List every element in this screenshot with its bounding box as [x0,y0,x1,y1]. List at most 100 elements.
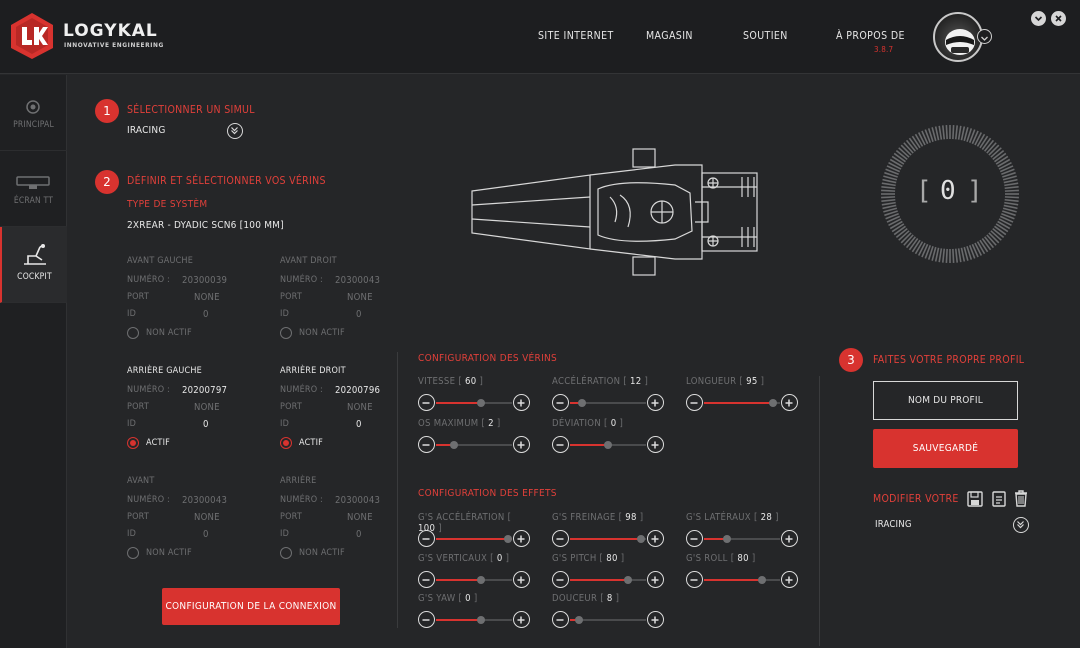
status-radio[interactable] [280,437,292,449]
slider-control[interactable] [418,571,531,589]
connection-config-button[interactable]: CONFIGURATION DE LA CONNEXION [162,588,340,625]
slider-knob[interactable] [477,616,485,624]
document-icon[interactable] [990,490,1008,508]
minus-icon[interactable] [552,394,569,411]
sidebar-item-cockpit[interactable]: COCKPIT [0,227,67,303]
minus-icon[interactable] [418,394,435,411]
minus-icon[interactable] [418,611,435,628]
bracket: [ [504,512,512,523]
user-avatar[interactable] [933,12,983,62]
status-label: NON ACTIF [299,548,345,558]
slider-knob[interactable] [723,535,731,543]
sidebar-item-principal[interactable]: PRINCIPAL [0,75,67,151]
profile-name-input[interactable]: NOM DU PROFIL [873,381,1018,420]
slider-knob[interactable] [578,399,586,407]
version-label: 3.8.7 [874,45,894,54]
plus-icon[interactable] [513,571,530,588]
minus-icon[interactable] [552,530,569,547]
profile-dropdown-button[interactable] [1013,517,1029,533]
account-chevron-down-icon[interactable] [977,29,992,44]
minus-icon[interactable] [418,571,435,588]
plus-icon[interactable] [513,394,530,411]
port-value: NONE [194,512,220,523]
minus-icon[interactable] [686,394,703,411]
minus-icon[interactable] [552,571,569,588]
slider-knob[interactable] [624,576,632,584]
slider-control[interactable] [686,394,799,412]
slider-control[interactable] [418,611,531,629]
slider-name: G'S VERTICAUX [418,553,488,564]
minimize-button[interactable] [1031,11,1046,26]
plus-icon[interactable] [647,611,664,628]
slider-control[interactable] [686,571,799,589]
slider-knob[interactable] [604,441,612,449]
minus-icon[interactable] [418,530,435,547]
slider-knob[interactable] [575,616,583,624]
slider-control[interactable] [552,611,665,629]
slider-knob[interactable] [504,535,512,543]
close-button[interactable] [1051,11,1066,26]
slider-control[interactable] [552,436,665,454]
minus-icon[interactable] [418,436,435,453]
slider-control[interactable] [552,394,665,412]
id-value: 0 [203,309,209,320]
nav-soutien[interactable]: SOUTIEN [743,30,788,42]
minus-icon[interactable] [552,436,569,453]
step-3-title: FAITES VOTRE PROPRE PROFIL [873,354,1025,366]
numero-value: 20200796 [335,385,381,396]
slider-fill [570,444,608,446]
plus-icon[interactable] [647,436,664,453]
trash-icon[interactable] [1012,489,1030,508]
plus-icon[interactable] [647,571,664,588]
slider-control[interactable] [686,530,799,548]
actuator-arriere-droit: ARRIÈRE DROIT NUMÉRO : 20200796 PORT NON… [280,366,420,451]
slider-vitesse: VITESSE [ 60 ] [418,376,530,418]
plus-icon[interactable] [513,611,530,628]
slider-control[interactable] [552,530,665,548]
plus-icon[interactable] [513,436,530,453]
slider-knob[interactable] [477,399,485,407]
bracket: [ [620,376,630,387]
nav-a-propos[interactable]: À PROPOS DE [836,30,905,42]
sidebar: PRINCIPAL ÉCRAN TT COCKPIT [0,75,67,648]
bracket: ] [641,376,649,387]
slider-control[interactable] [552,571,665,589]
slider-knob[interactable] [769,399,777,407]
minus-icon[interactable] [686,571,703,588]
status-label: NON ACTIF [146,548,192,558]
minus-icon[interactable] [686,530,703,547]
plus-icon[interactable] [781,571,798,588]
simulator-dropdown-button[interactable] [227,123,243,139]
slider-control[interactable] [418,394,531,412]
status-radio[interactable] [127,327,139,339]
nav-magasin[interactable]: MAGASIN [646,30,693,42]
plus-icon[interactable] [781,394,798,411]
slider-value: 80 [606,553,618,564]
slider-control[interactable] [418,436,531,454]
slider-knob[interactable] [758,576,766,584]
plus-icon[interactable] [513,530,530,547]
port-value: NONE [194,402,220,413]
plus-icon[interactable] [647,530,664,547]
minus-icon[interactable] [552,611,569,628]
slider-knob[interactable] [450,441,458,449]
numero-value: 20300043 [335,495,381,506]
nav-site-internet[interactable]: SITE INTERNET [538,30,614,42]
save-icon[interactable] [966,490,984,508]
slider-douceur: DOUCEUR [ 8 ] [552,593,664,635]
sidebar-item-ecran[interactable]: ÉCRAN TT [0,151,67,227]
port-label: PORT [127,292,149,302]
modify-profile-label: MODIFIER VOTRE [873,493,959,505]
slider-control[interactable] [418,530,531,548]
status-radio[interactable] [280,327,292,339]
slider-knob[interactable] [637,535,645,543]
status-radio[interactable] [127,437,139,449]
slider-knob[interactable] [477,576,485,584]
save-profile-button[interactable]: SAUVEGARDÉ [873,429,1018,468]
plus-icon[interactable] [781,530,798,547]
plus-icon[interactable] [647,394,664,411]
actuator-name: AVANT GAUCHE [127,256,194,266]
status-radio[interactable] [280,547,292,559]
verins-config-title: CONFIGURATION DES VÉRINS [418,353,558,364]
status-radio[interactable] [127,547,139,559]
